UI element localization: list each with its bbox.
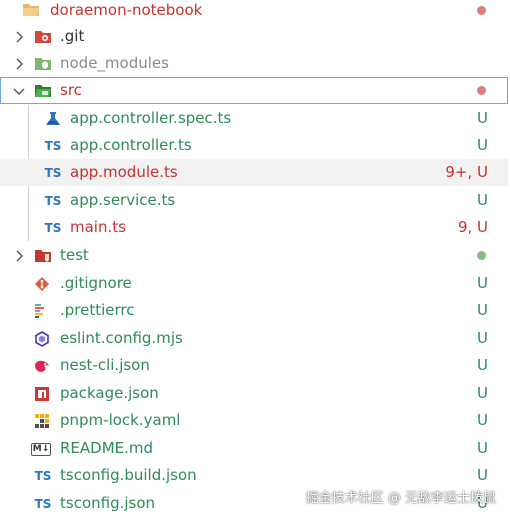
tree-row-file[interactable]: app.controller.spec.ts U — [0, 105, 508, 132]
modified-dot — [477, 86, 486, 95]
test-folder-icon — [34, 247, 52, 265]
tree-label: app.module.ts — [70, 163, 178, 181]
chevron-right-icon[interactable] — [12, 249, 26, 263]
eslint-icon — [33, 330, 51, 348]
tree-label: README.md — [60, 439, 154, 457]
nestjs-icon — [33, 357, 51, 375]
pnpm-icon — [33, 412, 51, 430]
git-diamond-icon — [33, 275, 51, 293]
tree-label: package.json — [60, 384, 159, 402]
tree-label: tsconfig.json — [60, 494, 156, 512]
git-status: 9, U — [457, 218, 488, 236]
tree-row-file[interactable]: TS tsconfig.build.json U — [0, 462, 508, 489]
typescript-icon: TS — [44, 194, 62, 208]
markdown-badge: M↓ — [30, 442, 52, 456]
tree-label: .prettierrc — [60, 301, 135, 319]
git-status: U — [477, 466, 488, 484]
tree-row-test[interactable]: test — [0, 242, 508, 269]
tree-row-root[interactable]: doraemon-notebook — [0, 0, 508, 24]
watermark-text: 掘金技术社区 @ 无敌李运士拨鼠 — [305, 491, 496, 506]
tree-row-src[interactable]: src — [0, 77, 508, 104]
git-status: U — [477, 439, 488, 457]
tree-row-file[interactable]: nest-cli.json U — [0, 352, 508, 379]
added-dot — [477, 251, 486, 260]
tree-row-file[interactable]: eslint.config.mjs U — [0, 325, 508, 352]
tree-label: nest-cli.json — [60, 356, 150, 374]
tree-row-file[interactable]: M↓ README.md U — [0, 435, 508, 462]
npm-icon — [33, 385, 51, 403]
tsconfig-icon: TS — [34, 469, 52, 483]
tree-row-file[interactable]: TS main.ts 9, U — [0, 214, 508, 241]
tree-label: app.controller.ts — [70, 136, 192, 154]
tree-label: app.service.ts — [70, 191, 176, 209]
git-status: U — [477, 274, 488, 292]
tree-label: test — [60, 246, 89, 264]
root-folder-label: doraemon-notebook — [50, 1, 203, 19]
tree-row-file[interactable]: TS app.service.ts U — [0, 187, 508, 214]
src-folder-open-icon — [34, 82, 52, 100]
tree-label: src — [60, 81, 82, 99]
git-status: U — [477, 191, 488, 209]
tree-label: pnpm-lock.yaml — [60, 411, 181, 429]
git-folder-icon — [34, 28, 52, 46]
git-status: 9+, U — [445, 163, 488, 181]
chevron-right-icon[interactable] — [12, 57, 26, 71]
tree-row-file[interactable]: TS app.module.ts 9+, U — [0, 159, 508, 186]
git-status: U — [477, 301, 488, 319]
chevron-right-icon[interactable] — [12, 30, 26, 44]
tree-label: .git — [60, 27, 85, 45]
tree-label: eslint.config.mjs — [60, 329, 183, 347]
tree-row-file[interactable]: .gitignore U — [0, 270, 508, 297]
git-status: U — [477, 384, 488, 402]
tree-row-file[interactable]: pnpm-lock.yaml U — [0, 407, 508, 434]
folder-open-icon — [22, 1, 40, 19]
chevron-down-icon[interactable] — [12, 84, 26, 98]
tree-label: main.ts — [70, 218, 126, 236]
node-folder-icon — [34, 55, 52, 73]
tree-label: tsconfig.build.json — [60, 466, 197, 484]
tree-row-git[interactable]: .git — [0, 23, 508, 50]
tree-row-file[interactable]: TS app.controller.ts U — [0, 132, 508, 159]
typescript-icon: TS — [44, 221, 62, 235]
tree-row-node-modules[interactable]: node_modules — [0, 50, 508, 77]
test-flask-icon — [44, 110, 62, 128]
modified-dot — [477, 6, 486, 15]
git-status: U — [477, 329, 488, 347]
typescript-icon: TS — [44, 139, 62, 153]
tree-row-file[interactable]: package.json U — [0, 380, 508, 407]
git-status: U — [477, 109, 488, 127]
typescript-icon: TS — [44, 166, 62, 180]
tree-label: app.controller.spec.ts — [70, 109, 232, 127]
tree-label: node_modules — [60, 54, 169, 72]
git-status: U — [477, 411, 488, 429]
prettier-icon — [33, 302, 51, 320]
tree-label: .gitignore — [60, 274, 132, 292]
git-status: U — [477, 136, 488, 154]
markdown-icon: M↓ — [30, 440, 52, 458]
tree-row-file[interactable]: .prettierrc U — [0, 297, 508, 324]
git-status: U — [477, 356, 488, 374]
tsconfig-icon: TS — [34, 497, 52, 511]
